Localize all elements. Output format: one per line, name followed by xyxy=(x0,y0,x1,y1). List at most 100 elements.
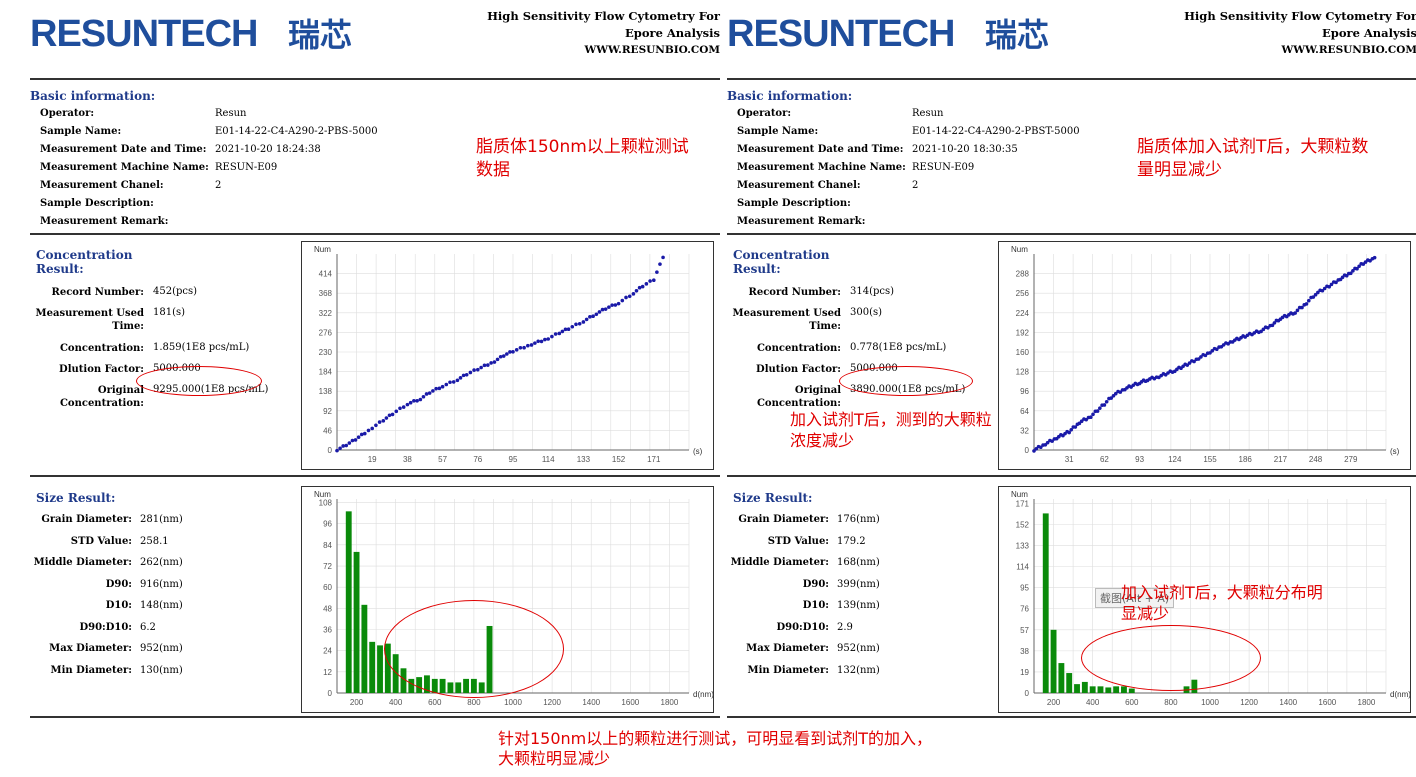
x-tick-label: 200 xyxy=(1047,698,1061,707)
data-point xyxy=(1295,308,1300,313)
info-value: 2021-10-20 18:24:38 xyxy=(215,144,321,155)
x-tick-label: 133 xyxy=(577,455,591,464)
y-tick-label: 38 xyxy=(1020,647,1029,656)
data-point xyxy=(550,334,554,339)
data-point xyxy=(501,354,506,358)
x-tick-label: 186 xyxy=(1239,455,1253,464)
data-point xyxy=(1098,406,1102,410)
data-point xyxy=(603,307,608,311)
data-point xyxy=(495,357,500,362)
histogram-bar xyxy=(361,604,368,693)
x-tick-label: 152 xyxy=(612,455,626,464)
data-point xyxy=(476,367,480,372)
x-tick-label: 57 xyxy=(438,455,447,464)
data-point xyxy=(610,303,614,307)
histogram-bar xyxy=(1066,673,1073,693)
x-tick-label: 217 xyxy=(1274,455,1288,464)
size-value: 2.9 xyxy=(837,621,853,633)
y-tick-label: 46 xyxy=(323,426,332,435)
info-label: Sample Description: xyxy=(737,198,851,209)
data-point xyxy=(546,337,550,341)
y-tick-label: 96 xyxy=(1020,387,1029,396)
data-point xyxy=(1088,415,1093,420)
divider xyxy=(30,233,720,235)
data-point xyxy=(424,392,429,396)
data-point xyxy=(1304,302,1309,306)
concentration-title: Concentration Result: xyxy=(36,248,133,276)
concentration-value: 0.778(1E8 pcs/mL) xyxy=(850,342,947,353)
data-point xyxy=(366,428,371,433)
y-tick-label: 414 xyxy=(319,270,333,279)
data-point xyxy=(1293,311,1297,315)
data-point xyxy=(377,420,382,424)
data-point xyxy=(338,446,342,451)
y-tick-label: 230 xyxy=(319,348,333,357)
basic-info-title: Basic information: xyxy=(727,89,853,103)
x-tick-label: 1800 xyxy=(661,698,679,707)
concentration-label: Record Number: xyxy=(51,287,144,298)
data-point xyxy=(444,382,449,387)
y-tick-label: 76 xyxy=(1020,605,1029,614)
concentration-chart: 0 32 64 96 128 160 192 224 256 288 31 62 93 124 155 186… xyxy=(998,241,1411,470)
size-result-title: Size Result: xyxy=(733,491,813,505)
data-point xyxy=(468,370,473,375)
data-point xyxy=(440,384,445,389)
concentration-value: 314(pcs) xyxy=(850,286,895,297)
data-point xyxy=(624,295,628,300)
histogram-bar xyxy=(353,551,360,693)
data-point xyxy=(344,443,349,448)
y-axis-label: Num xyxy=(314,245,331,254)
x-tick-label: 1000 xyxy=(504,698,522,707)
size-value: 132(nm) xyxy=(837,664,880,676)
y-axis-label: Num xyxy=(1011,245,1028,254)
highlight-ellipse xyxy=(384,600,564,698)
svg-text:瑞芯: 瑞芯 xyxy=(288,17,352,53)
size-label: Min Diameter: xyxy=(50,664,132,676)
concentration-title: Concentration Result: xyxy=(733,248,830,276)
x-tick-label: 400 xyxy=(1086,698,1100,707)
data-point xyxy=(347,441,352,445)
data-point xyxy=(418,397,423,402)
data-point xyxy=(455,378,460,383)
concentration-value: 300(s) xyxy=(850,307,883,318)
data-point xyxy=(486,363,490,367)
annotation-top: 脂质体加入试剂T后，大颗粒数量明显减少 xyxy=(1137,137,1369,180)
concentration-label: Record Number: xyxy=(748,287,841,298)
y-tick-label: 184 xyxy=(319,368,333,377)
x-tick-label: 400 xyxy=(389,698,403,707)
size-label: D10: xyxy=(802,600,829,611)
x-tick-label: 1000 xyxy=(1201,698,1219,707)
size-label: Max Diameter: xyxy=(746,643,829,654)
x-tick-label: 600 xyxy=(428,698,442,707)
y-tick-label: 276 xyxy=(319,328,333,337)
data-point xyxy=(448,380,452,385)
x-tick-label: 95 xyxy=(509,455,518,464)
data-point xyxy=(553,332,558,336)
y-tick-label: 108 xyxy=(319,499,333,508)
info-label: Measurement Date and Time: xyxy=(40,144,207,155)
y-tick-label: 0 xyxy=(1025,689,1030,698)
x-tick-label: 800 xyxy=(467,698,481,707)
data-point xyxy=(472,368,476,372)
data-point xyxy=(536,339,540,344)
divider xyxy=(30,716,720,718)
size-value: 168(nm) xyxy=(837,557,880,568)
x-tick-label: 200 xyxy=(350,698,364,707)
data-point xyxy=(529,343,534,347)
info-value: E01-14-22-C4-A290-2-PBS-5000 xyxy=(215,126,378,137)
data-point xyxy=(498,354,503,359)
y-tick-label: 133 xyxy=(1016,542,1030,551)
y-tick-label: 114 xyxy=(1016,563,1029,572)
info-label: Measurement Chanel: xyxy=(737,180,861,191)
data-point xyxy=(458,376,463,380)
header-line2: Epore Analysis xyxy=(1322,26,1416,40)
data-point xyxy=(607,305,611,309)
size-label: D90: xyxy=(105,578,132,590)
size-label: Middle Diameter: xyxy=(33,557,132,568)
highlight-ellipse xyxy=(136,366,262,396)
data-point xyxy=(341,444,345,448)
info-label: Measurement Machine Name: xyxy=(40,162,209,173)
size-label: Middle Diameter: xyxy=(730,557,829,568)
y-tick-label: 72 xyxy=(323,562,332,571)
info-label: Sample Description: xyxy=(40,198,154,209)
